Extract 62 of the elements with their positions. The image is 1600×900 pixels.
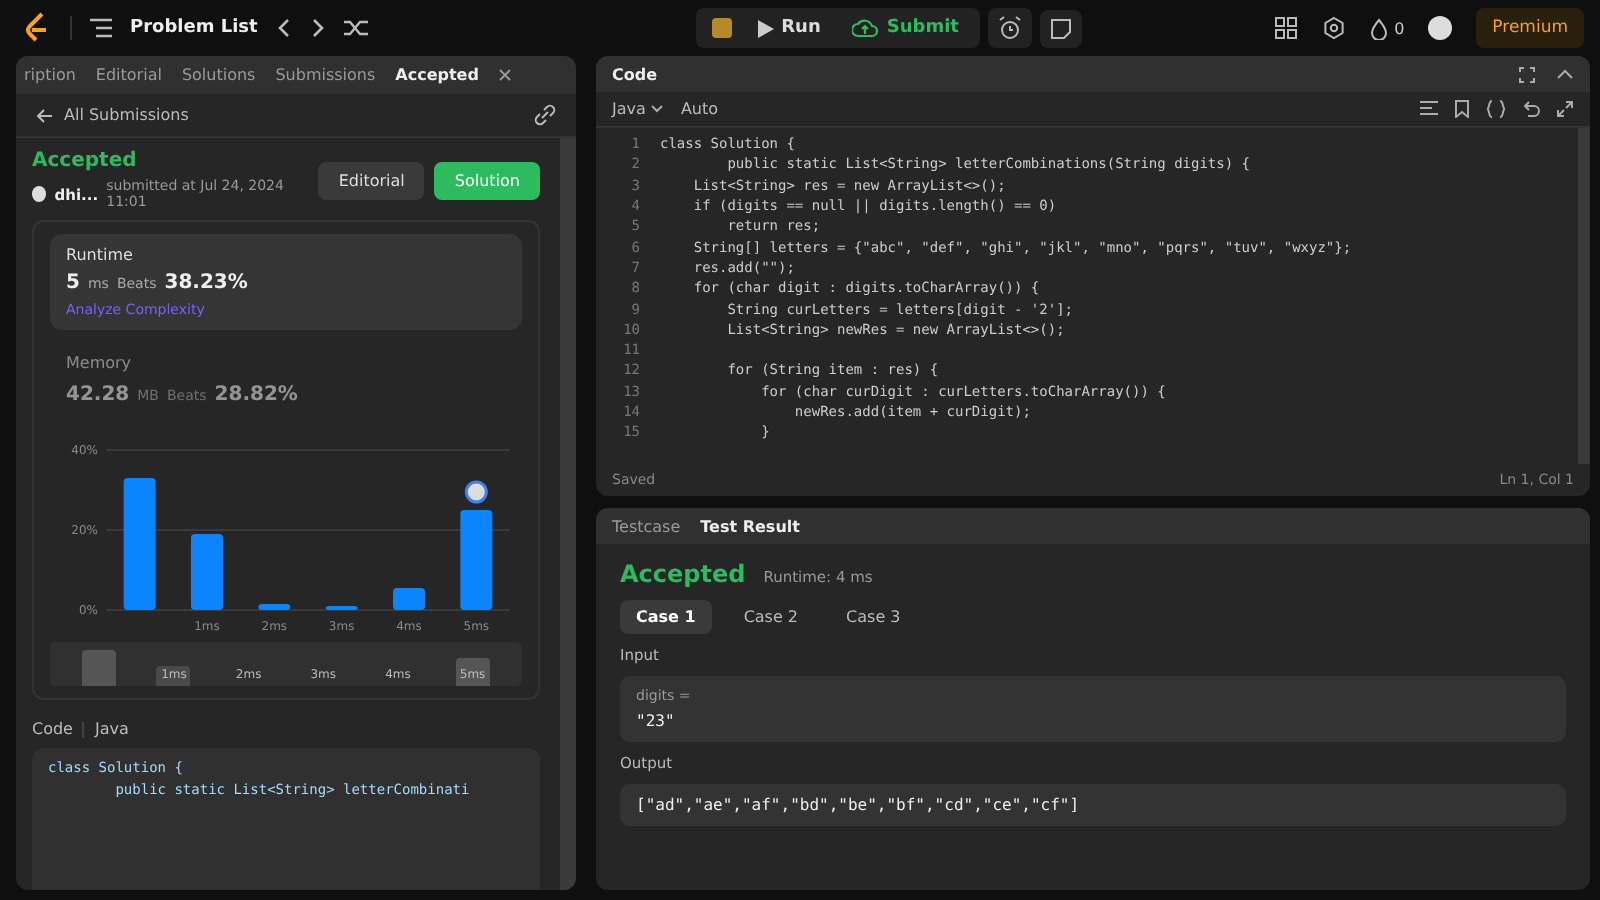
panel-tab[interactable]: Accepted bbox=[395, 66, 479, 84]
close-icon[interactable] bbox=[498, 68, 513, 82]
runtime-value: 5 bbox=[66, 272, 80, 294]
logo-icon[interactable] bbox=[24, 12, 52, 44]
panel-tab[interactable]: Test Result bbox=[700, 517, 800, 535]
case-tab[interactable]: Case 3 bbox=[830, 600, 917, 634]
settings-icon[interactable] bbox=[1322, 16, 1347, 40]
runtime-title: Runtime bbox=[66, 246, 135, 264]
drop-icon bbox=[1370, 17, 1389, 39]
cloud-upload-icon bbox=[852, 18, 879, 38]
shuffle-icon[interactable] bbox=[343, 18, 370, 38]
play-icon bbox=[757, 19, 774, 37]
memory-beats: 28.82% bbox=[214, 384, 298, 406]
param-value: "23" bbox=[636, 712, 677, 730]
panel-tab[interactable]: Submissions bbox=[275, 66, 376, 84]
link-icon[interactable] bbox=[534, 104, 556, 126]
chevron-up-icon[interactable] bbox=[1556, 68, 1574, 80]
auto-mode-toggle[interactable]: Auto bbox=[680, 100, 719, 118]
bar[interactable] bbox=[123, 478, 156, 610]
bar[interactable] bbox=[460, 510, 493, 610]
alarm-clock-icon bbox=[998, 16, 1023, 40]
memory-title: Memory bbox=[66, 354, 134, 372]
undo-icon[interactable] bbox=[1522, 100, 1540, 118]
output-value: ["ad","ae","af","bd","be","bf","cd","ce","cf"] bbox=[636, 796, 1082, 814]
case-tab[interactable]: Case 1 bbox=[620, 600, 712, 634]
language-dropdown[interactable]: Java bbox=[612, 100, 665, 118]
memory-value: 42.28 bbox=[66, 384, 130, 406]
result-status: Accepted bbox=[620, 560, 746, 588]
avatar-icon bbox=[32, 186, 47, 202]
chevron-right-icon[interactable] bbox=[309, 18, 326, 38]
problem-list-link[interactable]: Problem List bbox=[130, 18, 258, 38]
bookmark-icon[interactable] bbox=[1454, 100, 1470, 118]
note-button[interactable] bbox=[1040, 9, 1083, 47]
case-tab[interactable]: Case 2 bbox=[727, 600, 815, 634]
code-label: Code bbox=[32, 720, 73, 738]
editorial-button[interactable]: Editorial bbox=[318, 161, 425, 199]
fullscreen-icon[interactable] bbox=[1556, 100, 1574, 118]
chevron-down-icon bbox=[650, 104, 665, 114]
avatar-icon[interactable] bbox=[1428, 16, 1453, 40]
language-label: Java bbox=[94, 720, 129, 738]
streak-counter[interactable]: 0 bbox=[1370, 17, 1405, 39]
run-button[interactable]: Run bbox=[747, 14, 831, 42]
bar[interactable] bbox=[258, 604, 291, 610]
braces-icon[interactable] bbox=[1486, 100, 1506, 118]
premium-button[interactable]: Premium bbox=[1476, 8, 1584, 48]
format-icon[interactable] bbox=[1420, 100, 1438, 118]
chevron-left-icon[interactable] bbox=[275, 18, 292, 38]
grid-icon[interactable] bbox=[1274, 16, 1299, 40]
status-text: Accepted bbox=[32, 150, 139, 172]
arrow-left-icon bbox=[36, 107, 54, 123]
avatar-marker bbox=[464, 480, 488, 504]
expand-icon[interactable] bbox=[1518, 65, 1536, 83]
panel-tab[interactable]: ription bbox=[24, 66, 76, 84]
panel-tab[interactable]: Editorial bbox=[95, 66, 162, 84]
list-icon[interactable] bbox=[90, 18, 112, 38]
runtime-beats: 38.23% bbox=[164, 272, 248, 294]
note-icon bbox=[1050, 17, 1073, 39]
back-link[interactable]: All Submissions bbox=[36, 106, 189, 124]
alarm-button[interactable] bbox=[988, 8, 1033, 48]
submit-button[interactable]: Submit bbox=[842, 14, 969, 42]
panel-tab[interactable]: Solutions bbox=[181, 66, 256, 84]
panel-tab[interactable]: Testcase bbox=[612, 517, 681, 535]
